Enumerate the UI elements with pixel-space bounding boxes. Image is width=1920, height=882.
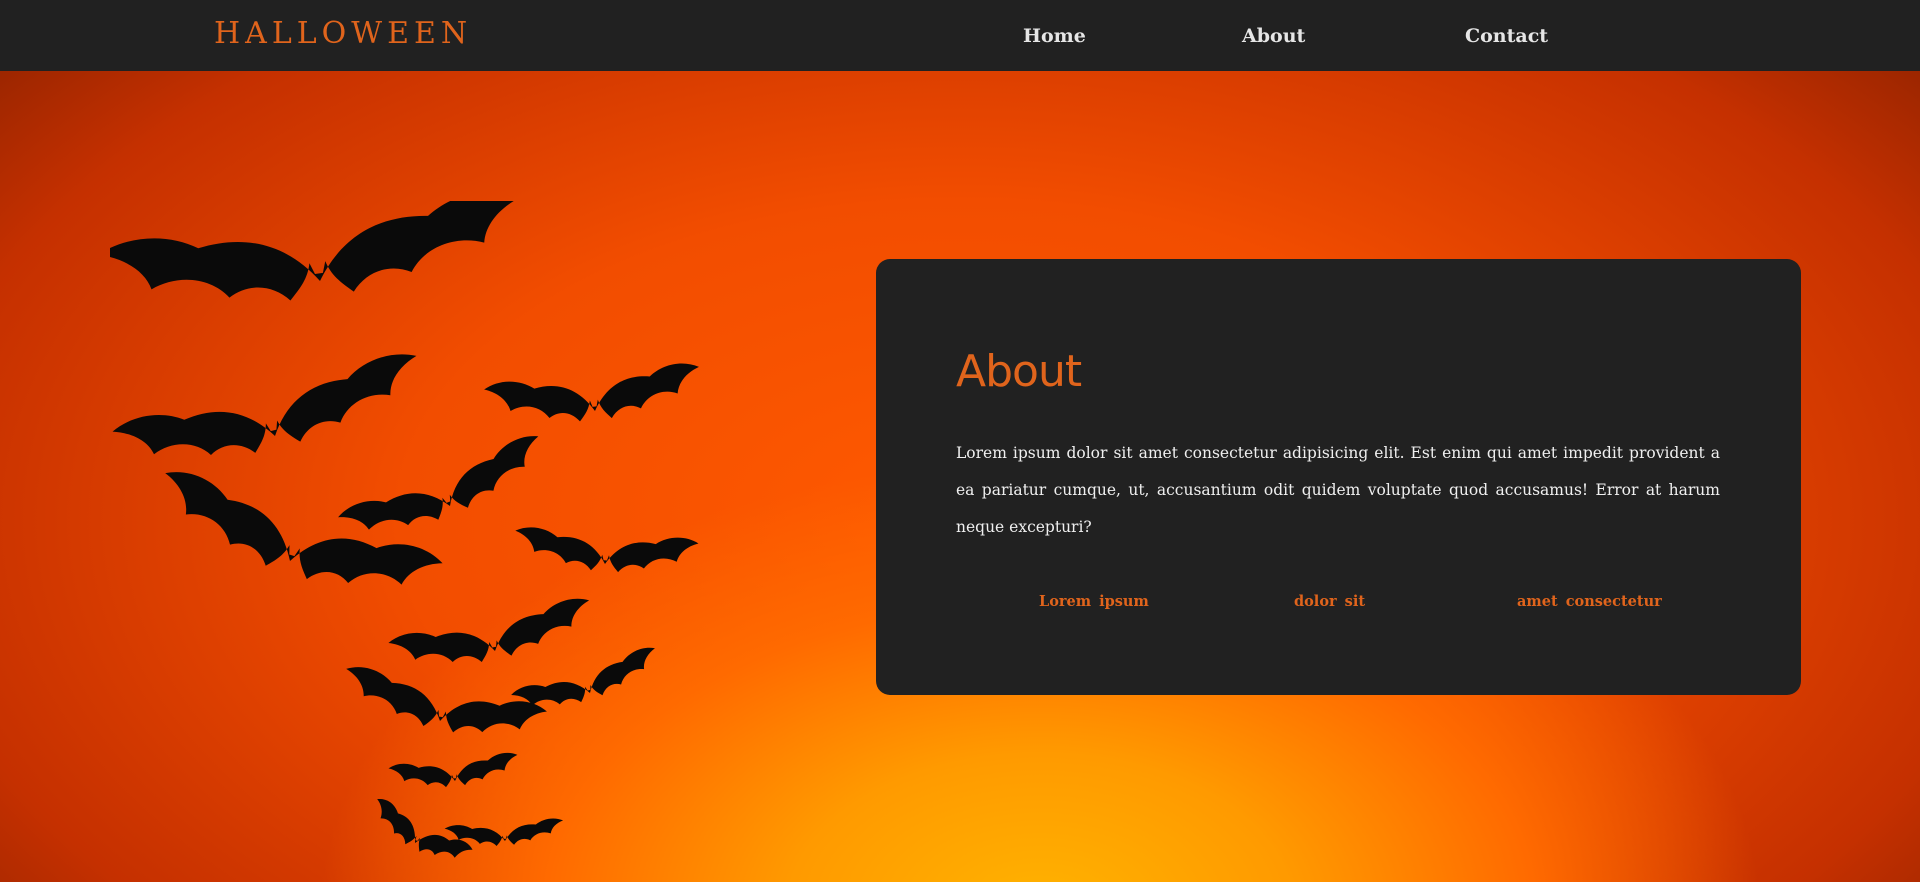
nav-link-about[interactable]: About xyxy=(1242,22,1305,50)
about-card-text: Lorem ipsum dolor sit amet consectetur a… xyxy=(956,444,1720,536)
about-card-title: About xyxy=(956,346,1082,397)
card-link-amet-consectetur[interactable]: amet consectetur xyxy=(1517,592,1662,612)
card-link-dolor-sit[interactable]: dolor sit xyxy=(1294,592,1365,612)
nav-link-contact[interactable]: Contact xyxy=(1465,22,1548,50)
card-link-lorem-ipsum[interactable]: Lorem ipsum xyxy=(1039,592,1149,612)
brand-logo[interactable]: HALLOWEEN xyxy=(214,14,472,54)
hero-section: About Lorem ipsum dolor sit amet consect… xyxy=(0,71,1920,882)
navbar: HALLOWEEN Home About Contact xyxy=(0,0,1920,71)
nav-link-home[interactable]: Home xyxy=(1023,22,1086,50)
bat-swarm-icon xyxy=(110,201,704,874)
about-card: About Lorem ipsum dolor sit amet consect… xyxy=(876,259,1801,695)
